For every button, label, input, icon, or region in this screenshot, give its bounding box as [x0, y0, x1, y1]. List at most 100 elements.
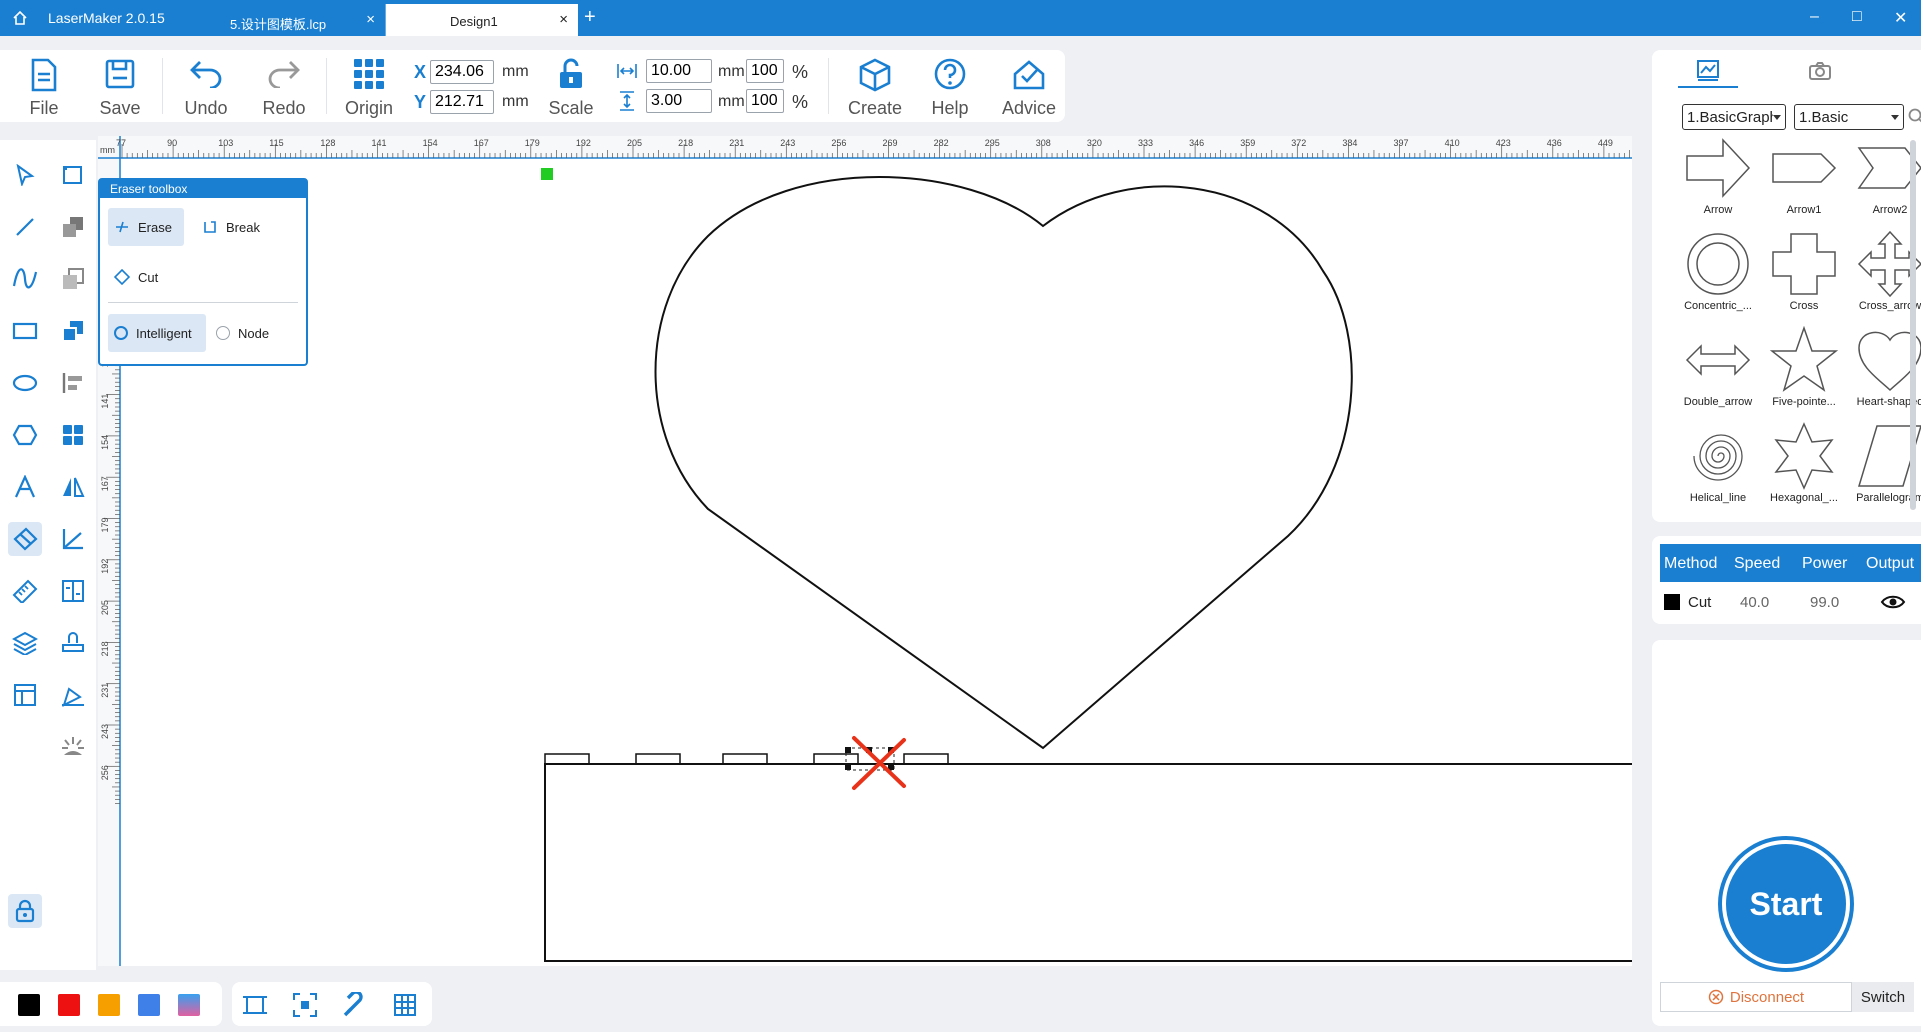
switch-button[interactable]: Switch — [1852, 982, 1914, 1012]
tab-notch[interactable] — [903, 753, 949, 765]
library-select[interactable]: 1.BasicGraphics — [1682, 104, 1786, 130]
weld-tool[interactable] — [56, 314, 90, 348]
shape-helical-line[interactable]: Helical_line — [1676, 420, 1760, 512]
ellipse-tool[interactable] — [8, 366, 42, 400]
zoom-selection-icon[interactable] — [292, 992, 318, 1018]
minimize-button[interactable]: – — [1810, 8, 1819, 26]
shape-arrow1[interactable]: Arrow1 — [1762, 132, 1846, 224]
start-button[interactable]: Start — [1722, 840, 1850, 968]
redo-button[interactable]: Redo — [254, 50, 314, 122]
x-position-input[interactable] — [430, 60, 494, 84]
node-mode-radio[interactable]: Node — [210, 314, 290, 352]
tab-notch[interactable] — [544, 753, 590, 765]
width-input[interactable] — [646, 59, 712, 83]
ruler-tool[interactable] — [8, 574, 42, 608]
home-icon[interactable] — [12, 10, 28, 26]
angle-icon — [62, 529, 83, 550]
height-percent-input[interactable] — [746, 89, 784, 113]
category-select[interactable]: 1.Basic — [1794, 104, 1904, 130]
pen-tool[interactable] — [56, 678, 90, 712]
save-label: Save — [99, 98, 141, 118]
distribute-tool[interactable] — [56, 574, 90, 608]
height-arrow-icon — [620, 91, 634, 111]
select-tool[interactable] — [8, 158, 42, 192]
tab-graphics-library[interactable] — [1678, 54, 1738, 88]
close-window-button[interactable]: ✕ — [1894, 8, 1907, 28]
color-swatch-black[interactable] — [18, 994, 40, 1016]
advice-button[interactable]: Advice — [994, 50, 1064, 122]
shape-list-scrollbar[interactable] — [1910, 140, 1916, 510]
stamp-tool[interactable] — [56, 626, 90, 660]
color-swatch-orange[interactable] — [98, 994, 120, 1016]
eye-icon[interactable] — [1880, 594, 1906, 610]
line-tool[interactable] — [8, 210, 42, 244]
tab-template-file[interactable]: 5.设计图模板.lcp × — [186, 4, 386, 36]
array-tool[interactable] — [56, 418, 90, 452]
undo-button[interactable]: Undo — [176, 50, 236, 122]
ruler-tick-label: 243 — [780, 138, 795, 148]
file-button[interactable]: File — [14, 50, 74, 122]
scale-lock-button[interactable]: Scale — [544, 50, 598, 122]
color-swatch-gradient[interactable] — [178, 994, 200, 1016]
design-canvas[interactable]: 77 90 103 115 128 141 154 167 179 192 205 218 231 243… — [98, 136, 1632, 966]
intelligent-mode-radio[interactable]: Intelligent — [108, 314, 206, 352]
shape-hexagonal-star[interactable]: Hexagonal_... — [1762, 420, 1846, 512]
disconnect-button[interactable]: Disconnect — [1660, 982, 1852, 1012]
canvas-drawing[interactable]: 77 90 103 115 128 141 154 167 179 192 205 218 231 243… — [98, 136, 1632, 966]
grid-icon[interactable] — [392, 992, 418, 1018]
layer-color-swatch[interactable] — [1664, 594, 1680, 610]
mirror-tool[interactable] — [56, 470, 90, 504]
combine-icon — [63, 217, 83, 237]
cut-option[interactable]: Cut — [108, 258, 184, 296]
layer-row[interactable]: Cut 40.0 99.0 — [1660, 582, 1921, 622]
maximize-button[interactable]: □ — [1852, 8, 1862, 26]
fit-canvas-icon[interactable] — [242, 992, 268, 1018]
laser-effect-tool[interactable] — [56, 730, 90, 764]
curve-tool[interactable] — [8, 262, 42, 296]
heart-shape[interactable] — [654, 176, 1353, 750]
new-tab-button[interactable]: + — [584, 6, 596, 29]
combine-tool[interactable] — [56, 210, 90, 244]
tab-notch[interactable] — [722, 753, 768, 765]
search-icon[interactable] — [1908, 108, 1921, 126]
shape-concentric[interactable]: Concentric_... — [1676, 228, 1760, 320]
align-tool[interactable] — [56, 366, 90, 400]
tab-label: Design1 — [450, 14, 498, 29]
eraser-tool[interactable] — [8, 522, 42, 556]
measure-angle-tool[interactable] — [56, 522, 90, 556]
layout-tool[interactable] — [8, 678, 42, 712]
tab-design1[interactable]: Design1 × — [386, 4, 578, 36]
tab-close-icon[interactable]: × — [559, 11, 568, 28]
y-position-input[interactable] — [430, 90, 494, 114]
base-rectangle[interactable] — [544, 763, 1632, 962]
layers-tool[interactable] — [8, 626, 42, 660]
save-button[interactable]: Save — [90, 50, 150, 122]
color-swatch-red[interactable] — [58, 994, 80, 1016]
node-edit-tool[interactable] — [56, 158, 90, 192]
polygon-tool[interactable] — [8, 418, 42, 452]
tab-notch[interactable] — [635, 753, 681, 765]
lock-button[interactable] — [8, 894, 42, 928]
ruler-tick-label: 423 — [1496, 138, 1511, 148]
text-icon — [14, 475, 36, 498]
shape-double-arrow[interactable]: Double_arrow — [1676, 324, 1760, 416]
break-option[interactable]: Break — [196, 208, 272, 246]
shape-cross[interactable]: Cross — [1762, 228, 1846, 320]
help-button[interactable]: Help — [920, 50, 980, 122]
tab-close-icon[interactable]: × — [366, 11, 375, 28]
origin-button[interactable]: Origin — [336, 50, 402, 122]
text-tool[interactable] — [8, 470, 42, 504]
tab-camera[interactable] — [1790, 54, 1850, 88]
width-percent-input[interactable] — [746, 59, 784, 83]
magnet-icon[interactable] — [342, 992, 368, 1018]
shape-arrow[interactable]: Arrow — [1676, 132, 1760, 224]
tab-notch[interactable] — [813, 753, 859, 765]
create-button[interactable]: Create — [840, 50, 910, 122]
color-swatch-blue[interactable] — [138, 994, 160, 1016]
erase-option[interactable]: Erase — [108, 208, 184, 246]
group-tool[interactable] — [56, 262, 90, 296]
rectangle-tool[interactable] — [8, 314, 42, 348]
shape-five-pointed-star[interactable]: Five-pointe... — [1762, 324, 1846, 416]
ruler-tick-label: 333 — [1138, 138, 1153, 148]
height-input[interactable] — [646, 89, 712, 113]
